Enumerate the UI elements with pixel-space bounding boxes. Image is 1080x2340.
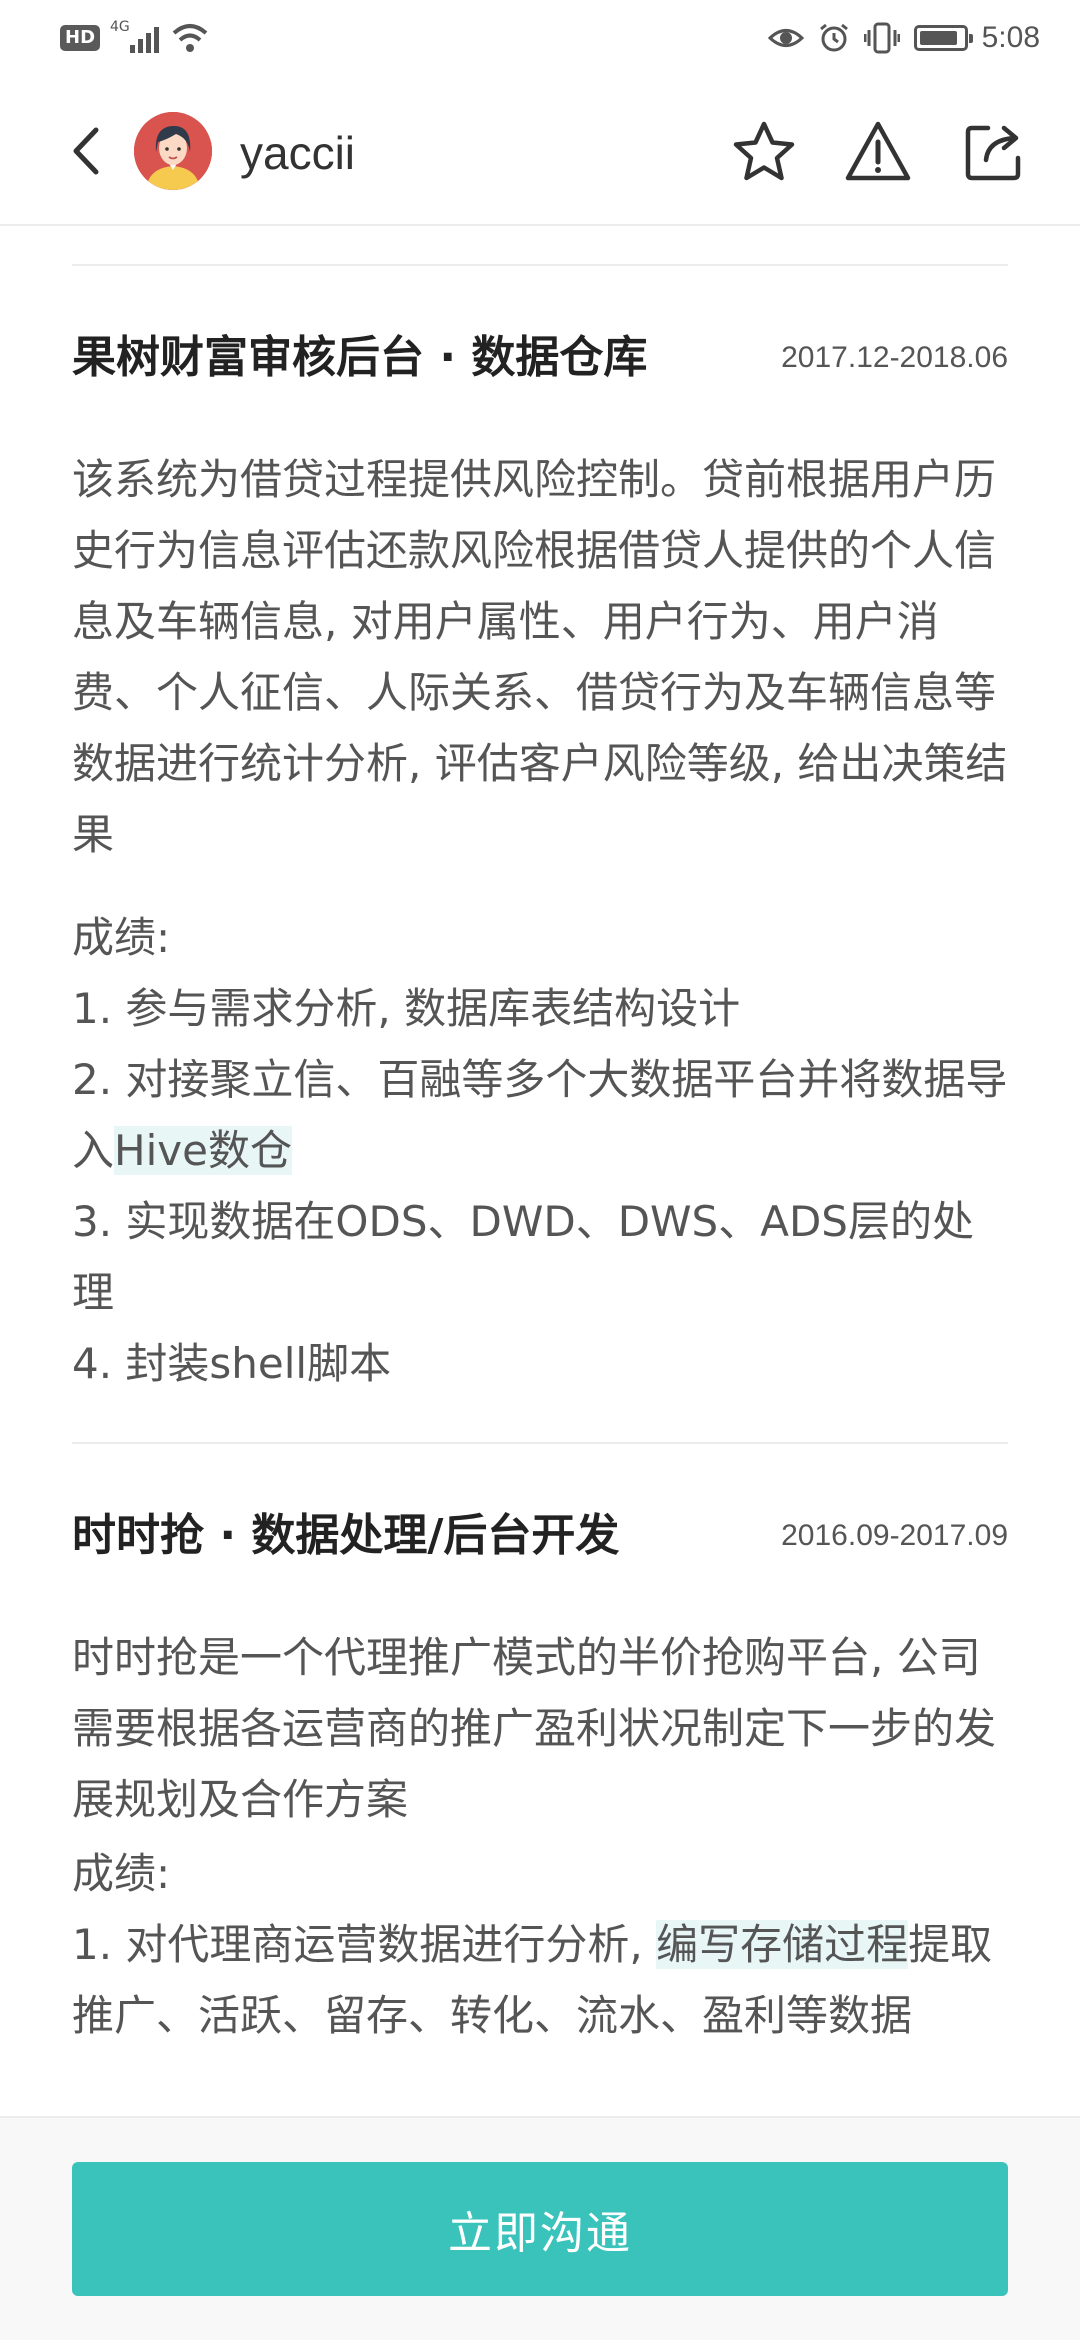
section-divider xyxy=(72,264,1008,266)
achievement-text: 1. 对代理商运营数据进行分析, xyxy=(72,1920,657,1969)
achievement-item: 1. 参与需求分析, 数据库表结构设计 xyxy=(72,984,741,1033)
project-description: 时时抢是一个代理推广模式的半价抢购平台, 公司需要根据各运营商的推广盈利状况制定… xyxy=(72,1633,997,1824)
username[interactable]: yaccii xyxy=(240,118,355,188)
star-icon[interactable] xyxy=(728,116,800,188)
status-bar-right: 5:08 xyxy=(767,18,1040,58)
cellular-signal-icon: 4G xyxy=(110,19,160,55)
project-title: 果树财富审核后台 · 数据仓库 xyxy=(72,332,648,383)
achievements-label: 成绩: xyxy=(72,1849,171,1898)
project-title: 时时抢 · 数据处理/后台开发 xyxy=(72,1510,620,1561)
achievements-label: 成绩: xyxy=(72,913,171,962)
status-bar: HD 4G 5:08 xyxy=(0,0,1080,76)
achievements-section: 成绩: 1. 对代理商运营数据进行分析, 编写存储过程提取推广、活跃、留存、转化… xyxy=(72,1838,1008,2051)
vibrate-icon xyxy=(863,22,900,54)
achievement-item: 3. 实现数据在ODS、DWD、DWS、ADS层的处理 xyxy=(72,1197,974,1317)
project-description: 该系统为借贷过程提供风险控制。贷前根据用户历史行为信息评估还款风险根据借贷人提供… xyxy=(72,455,1008,859)
eye-icon xyxy=(767,29,804,47)
alarm-icon xyxy=(819,23,848,52)
back-arrow-icon[interactable] xyxy=(60,116,120,186)
wifi-icon xyxy=(172,24,208,52)
highlighted-keyword: Hive数仓 xyxy=(114,1126,292,1175)
highlighted-keyword: 编写存储过程 xyxy=(656,1920,909,1969)
avatar[interactable] xyxy=(134,112,212,190)
report-warning-icon[interactable] xyxy=(842,116,914,188)
achievement-item: 1. 对代理商运营数据进行分析, 编写存储过程提取推广、活跃、留存、转化、流水、… xyxy=(72,1909,1008,2051)
section-divider xyxy=(72,1442,1008,1444)
clock: 5:08 xyxy=(981,21,1040,54)
bottom-action-bar: 立即沟通 xyxy=(0,2116,1080,2340)
achievement-item: 4. 封装shell脚本 xyxy=(72,1339,392,1388)
project-date: 2017.12-2018.06 xyxy=(781,341,1008,374)
achievements-section: 成绩: 1. 参与需求分析, 数据库表结构设计 2. 对接聚立信、百融等多个大数… xyxy=(72,902,1008,1399)
status-bar-left: HD 4G xyxy=(60,18,210,58)
resume-content[interactable]: 果树财富审核后台 · 数据仓库 2017.12-2018.06 该系统为借贷过程… xyxy=(0,226,1080,2116)
battery-level xyxy=(919,31,958,45)
chat-now-button[interactable]: 立即沟通 xyxy=(72,2162,1008,2296)
battery-icon xyxy=(913,25,973,51)
top-nav-bar: yaccii xyxy=(0,76,1080,226)
network-type-label: 4G xyxy=(110,19,130,35)
project-date: 2016.09-2017.09 xyxy=(781,1519,1008,1552)
achievement-item: 2. 对接聚立信、百融等多个大数据平台并将数据导入Hive数仓 xyxy=(72,1044,1008,1186)
share-icon[interactable] xyxy=(958,116,1030,188)
avatar-image xyxy=(134,112,212,190)
hd-badge: HD xyxy=(60,25,101,51)
